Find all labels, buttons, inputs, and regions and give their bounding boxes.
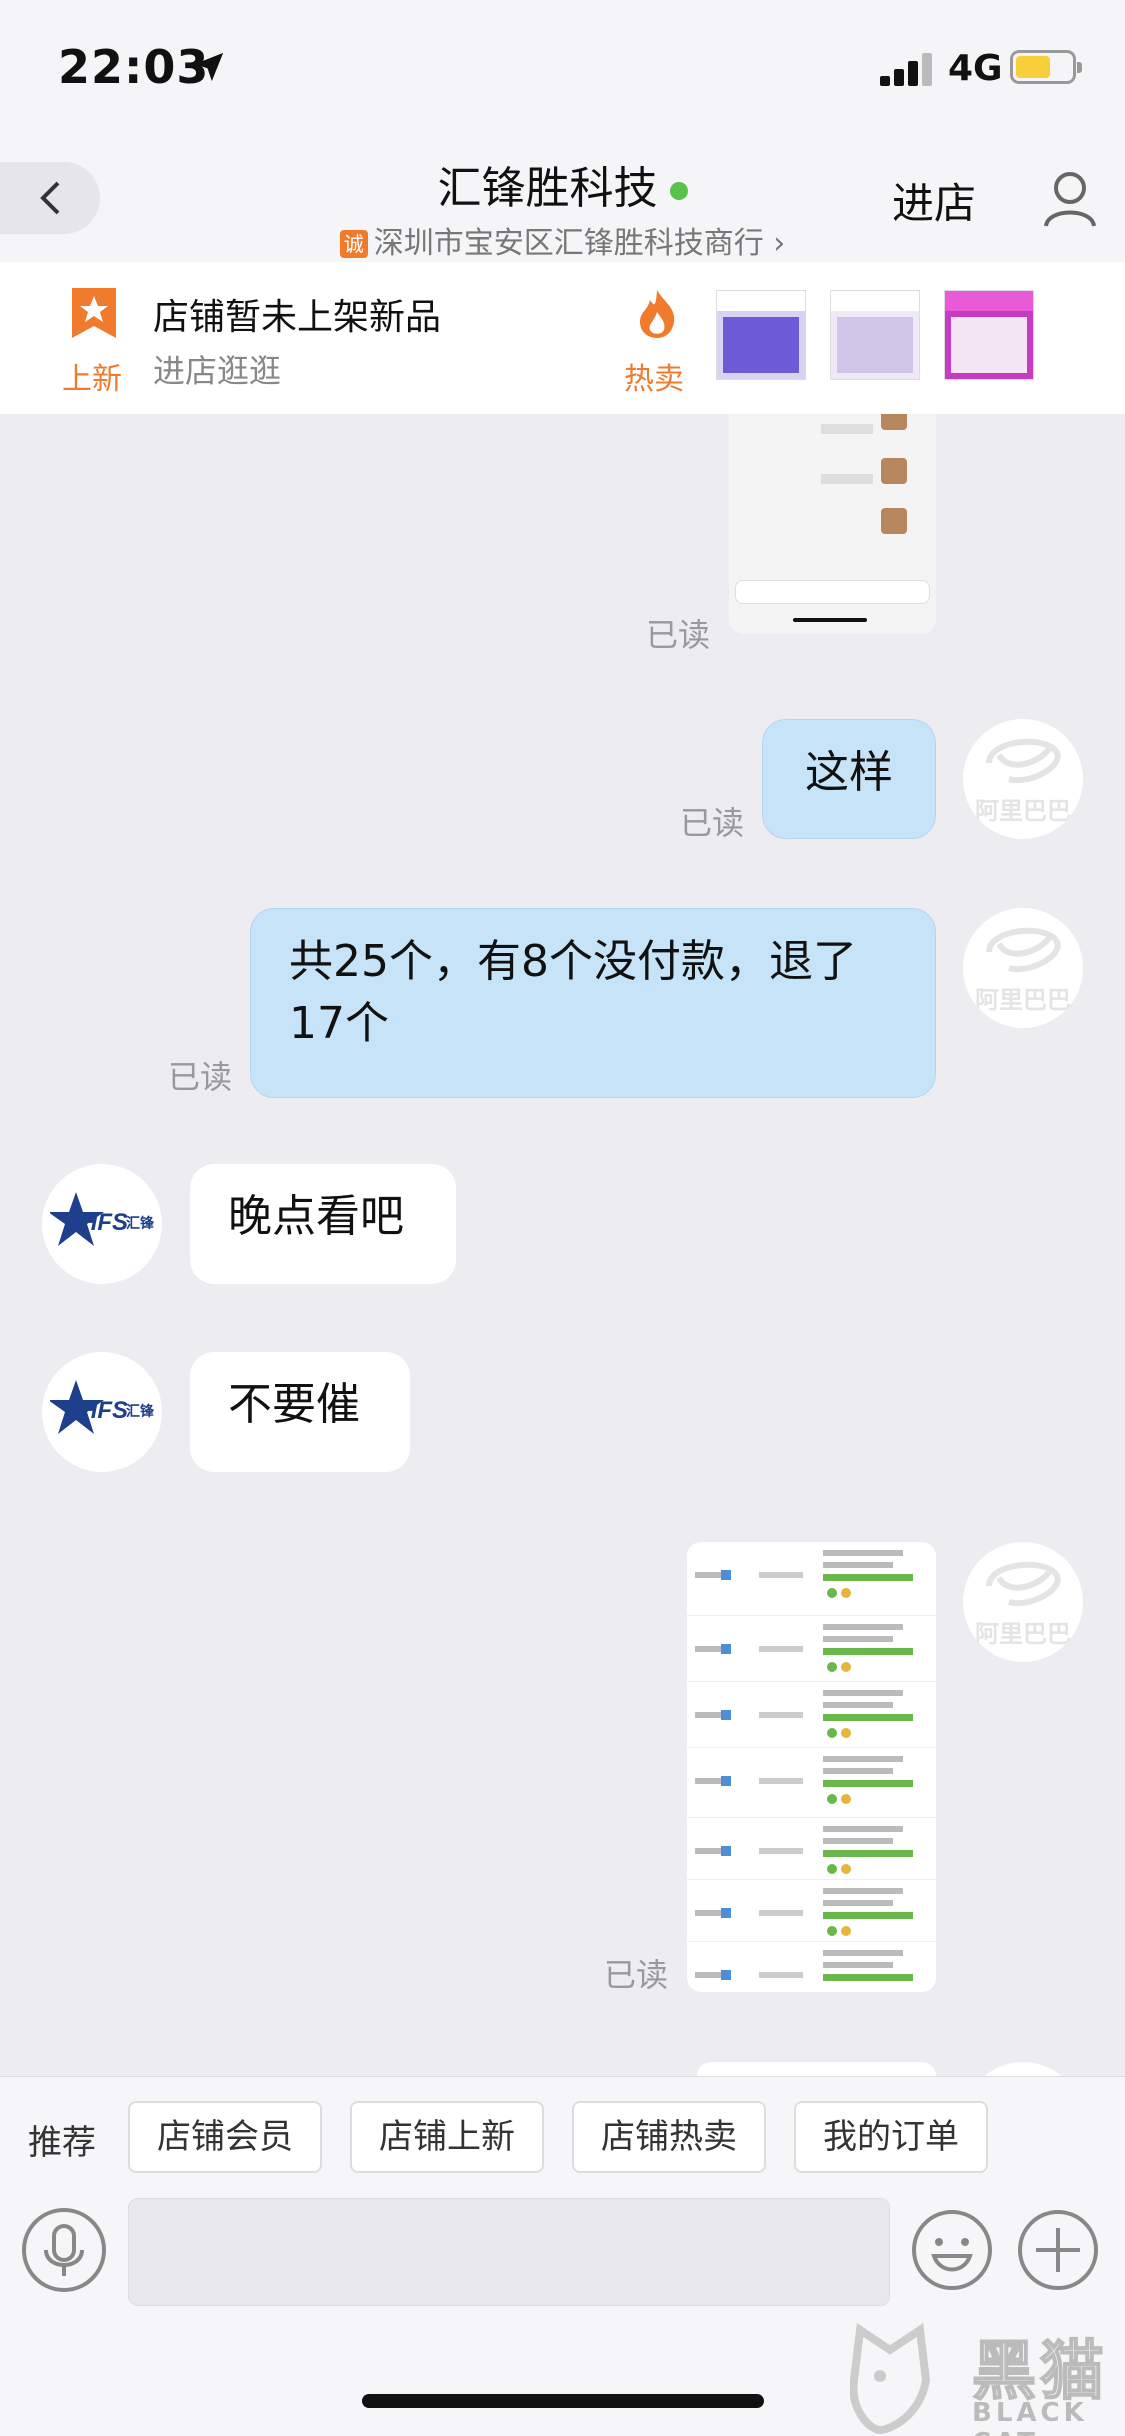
svg-text:汇锋胜: 汇锋胜 [126, 1403, 154, 1420]
message-image[interactable] [687, 1542, 936, 1992]
new-arrivals-label[interactable]: 上新 [62, 354, 122, 398]
my-avatar[interactable]: 阿里巴巴 [963, 719, 1083, 839]
promo-title[interactable]: 店铺暂未上架新品 [153, 288, 441, 340]
read-receipt: 已读 [168, 1058, 233, 1096]
quick-reply-my-orders[interactable]: 我的订单 [794, 2101, 988, 2173]
signal-icon [880, 52, 936, 86]
quick-reply-store-member[interactable]: 店铺会员 [128, 2101, 322, 2173]
alibaba-logo-icon [986, 738, 1061, 784]
message-image[interactable] [697, 2062, 936, 2076]
hfs-logo-icon: HFS 汇锋胜 [50, 1380, 154, 1434]
my-avatar[interactable]: 阿里巴巴 [963, 1542, 1083, 1662]
status-bar: 22:03 4G [0, 0, 1125, 140]
message-text-line: 共25个，有8个没付款，退了 [289, 936, 857, 987]
fire-icon[interactable] [636, 288, 678, 340]
chat-header: 汇锋胜科技 诚深圳市宝安区汇锋胜科技商行 › 进店 [0, 140, 1125, 262]
home-indicator [362, 2394, 764, 2408]
shop-subtitle: 深圳市宝安区汇锋胜科技商行 › [373, 226, 786, 261]
hot-product-thumb[interactable] [830, 290, 920, 380]
avatar-text: 阿里巴巴 [975, 1620, 1071, 1648]
message-bubble-shop[interactable]: 晚点看吧 [190, 1164, 456, 1284]
user-profile-icon[interactable] [1042, 170, 1098, 228]
location-arrow-icon [194, 52, 224, 82]
svg-text:HFS: HFS [80, 1397, 128, 1424]
message-image[interactable] [729, 414, 936, 634]
chat-messages[interactable]: 已读 阿里巴巴 这样 已读 阿里巴巴 共25个，有8个没付款，退了 17个 已读… [0, 414, 1125, 2076]
alibaba-logo-icon [986, 927, 1061, 973]
quick-reply-bar: 推荐 店铺会员 店铺上新 店铺热卖 我的订单 [0, 2076, 1125, 2198]
hfs-logo-icon: HFS 汇锋胜 [50, 1192, 154, 1246]
plus-icon[interactable] [1016, 2208, 1100, 2292]
online-status-dot [669, 182, 688, 200]
enter-store-button[interactable]: 进店 [892, 170, 976, 231]
hot-sale-label[interactable]: 热卖 [624, 354, 684, 398]
message-text-line: 17个 [289, 998, 389, 1049]
watermark-text-en: BLACK CAT [972, 2398, 1088, 2436]
voice-input-button[interactable] [22, 2208, 106, 2292]
message-bubble-shop[interactable]: 不要催 [190, 1352, 410, 1472]
svg-text:汇锋胜: 汇锋胜 [126, 1215, 154, 1232]
hot-product-thumb[interactable] [716, 290, 806, 380]
alibaba-logo-icon [986, 1561, 1061, 1607]
message-bubble-mine[interactable]: 共25个，有8个没付款，退了 17个 [250, 908, 936, 1098]
verified-badge-icon: 诚 [339, 230, 368, 258]
read-receipt: 已读 [604, 1956, 669, 1994]
my-avatar[interactable] [963, 2062, 1083, 2076]
quick-reply-new-arrivals[interactable]: 店铺上新 [350, 2101, 544, 2173]
message-input[interactable] [128, 2198, 890, 2306]
avatar-text: 阿里巴巴 [975, 797, 1071, 825]
promo-subtitle[interactable]: 进店逛逛 [153, 346, 281, 392]
quick-reply-hot-items[interactable]: 店铺热卖 [572, 2101, 766, 2173]
shop-avatar[interactable]: HFS 汇锋胜 [42, 1352, 162, 1472]
my-avatar[interactable]: 阿里巴巴 [963, 908, 1083, 1028]
read-receipt: 已读 [646, 616, 711, 654]
emoji-icon[interactable] [910, 2208, 994, 2292]
svg-text:HFS: HFS [80, 1209, 128, 1236]
battery-icon [1010, 50, 1082, 84]
quick-reply-label: 推荐 [28, 2123, 96, 2163]
message-bubble-mine[interactable]: 这样 [762, 719, 936, 839]
promo-bar: 上新 店铺暂未上架新品 进店逛逛 热卖 [0, 262, 1125, 414]
read-receipt: 已读 [680, 804, 745, 842]
hot-product-thumb[interactable] [944, 290, 1034, 380]
bookmark-star-icon[interactable] [72, 288, 116, 338]
shop-name: 汇锋胜科技 [437, 163, 658, 214]
microphone-icon [44, 2224, 84, 2276]
shop-avatar[interactable]: HFS 汇锋胜 [42, 1164, 162, 1284]
status-time: 22:03 [58, 40, 210, 94]
avatar-text: 阿里巴巴 [975, 986, 1071, 1014]
network-type: 4G [948, 48, 1003, 89]
